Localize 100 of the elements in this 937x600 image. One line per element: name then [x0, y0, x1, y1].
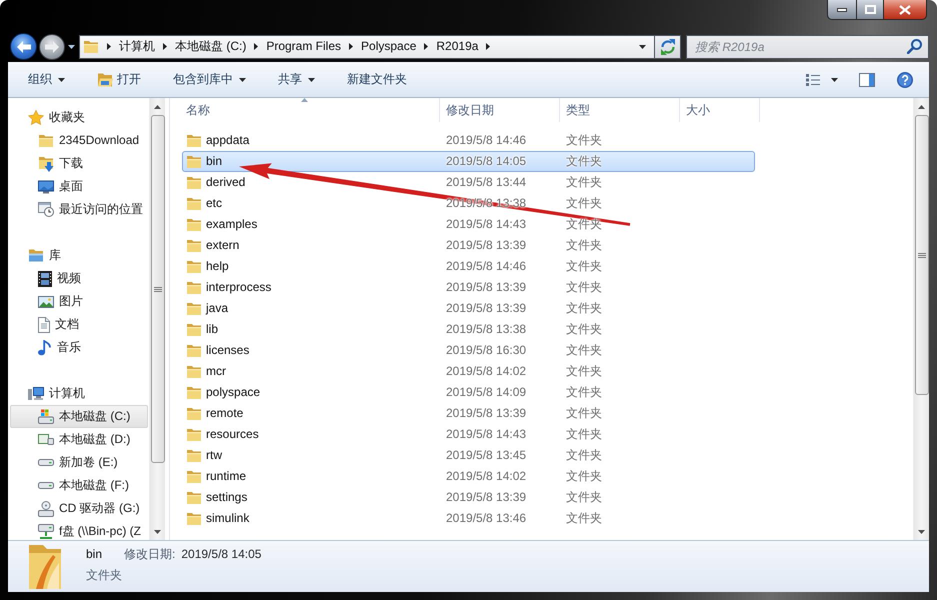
breadcrumb-link[interactable]: Program Files: [266, 39, 342, 54]
sidebar-item[interactable]: 最近访问的位置: [37, 198, 144, 221]
back-button[interactable]: [10, 33, 37, 60]
caret-icon: [308, 78, 315, 82]
minimize-button[interactable]: [827, 0, 856, 20]
caret-icon[interactable]: [68, 44, 74, 48]
file-row[interactable]: polyspace 2019/5/8 14:09 文件夹: [182, 382, 755, 403]
maximize-button[interactable]: [856, 0, 883, 20]
file-type: 文件夹: [566, 364, 602, 378]
sidebar-item[interactable]: 计算机: [27, 382, 86, 405]
drive-icon: [38, 482, 54, 489]
sidebar-item[interactable]: 新加卷 (E:): [37, 451, 119, 474]
folder-icon: [38, 132, 54, 148]
file-name: polyspace: [206, 385, 260, 400]
file-row[interactable]: simulink 2019/5/8 13:46 文件夹: [182, 508, 755, 529]
sidebar-item[interactable]: 本地磁盘 (D:): [37, 428, 132, 451]
file-row[interactable]: settings 2019/5/8 13:39 文件夹: [182, 487, 755, 508]
modified-date: 2019/5/8 13:44: [446, 175, 526, 190]
sidebar-item[interactable]: 音乐: [37, 336, 82, 359]
sidebar-item[interactable]: 收藏夹: [27, 106, 86, 129]
address-bar[interactable]: 计算机 本地磁盘 (C:) Program Files Polyspace R2019a: [79, 34, 655, 58]
caret-icon[interactable]: [639, 44, 646, 48]
file-row[interactable]: extern 2019/5/8 13:39 文件夹: [182, 235, 755, 256]
modified-date: 2019/5/8 14:05: [446, 154, 526, 168]
file-type: 文件夹: [566, 280, 602, 294]
file-row[interactable]: derived 2019/5/8 13:44 文件夹: [182, 172, 755, 193]
scrollbar[interactable]: [149, 98, 165, 540]
file-row[interactable]: examples 2019/5/8 14:43 文件夹: [182, 214, 755, 235]
sidebar-item[interactable]: 2345Download: [37, 129, 140, 152]
folder-icon: [186, 174, 202, 190]
sidebar-item[interactable]: 视频: [37, 267, 82, 290]
file-row[interactable]: lib 2019/5/8 13:38 文件夹: [182, 319, 755, 340]
sidebar-item[interactable]: 下载: [37, 152, 84, 175]
chevron-icon[interactable]: [424, 43, 428, 50]
folder-icon: [186, 342, 202, 358]
search-field[interactable]: 搜索 R2019a: [686, 34, 929, 58]
breadcrumb-link[interactable]: 计算机: [119, 39, 155, 54]
file-row[interactable]: java 2019/5/8 13:39 文件夹: [182, 298, 755, 319]
file-type: 文件夹: [566, 427, 602, 442]
sidebar-item[interactable]: f盘 (\\Bin-pc) (Z: [37, 520, 142, 540]
forward-button[interactable]: [39, 34, 65, 60]
caret-icon: [239, 78, 246, 82]
scroll-up-arrow-icon[interactable]: [918, 104, 925, 108]
sidebar-item[interactable]: 本地磁盘 (C:): [10, 405, 148, 428]
sidebar-item[interactable]: 图片: [37, 290, 84, 313]
file-name: derived: [206, 175, 246, 190]
file-name: settings: [206, 490, 248, 505]
file-row[interactable]: licenses 2019/5/8 16:30 文件夹: [182, 340, 755, 361]
folder-icon: [186, 154, 202, 170]
scroll-down-arrow-icon[interactable]: [154, 530, 161, 534]
sort-arrow-icon: [301, 98, 308, 102]
chevron-icon[interactable]: [254, 43, 258, 50]
file-name: java: [206, 301, 228, 316]
file-type: 文件夹: [566, 196, 602, 210]
chevron-icon[interactable]: [163, 43, 167, 50]
chevron-icon[interactable]: [349, 43, 354, 50]
maximize-icon: [864, 5, 876, 14]
breadcrumb-link[interactable]: R2019a: [436, 39, 478, 54]
scroll-up-arrow-icon[interactable]: [154, 104, 161, 108]
folder-icon: [186, 384, 202, 400]
search-icon[interactable]: [907, 38, 922, 54]
recent-places-icon: [38, 202, 54, 217]
chevron-icon[interactable]: [486, 43, 490, 50]
file-row[interactable]: runtime 2019/5/8 14:02 文件夹: [182, 466, 755, 487]
file-type: 文件夹: [566, 469, 602, 484]
toolbar-button[interactable]: 共享: [269, 66, 324, 92]
file-row[interactable]: rtw 2019/5/8 13:45 文件夹: [182, 445, 755, 466]
preview-pane-icon: [859, 72, 875, 86]
scroll-down-arrow-icon[interactable]: [918, 530, 925, 534]
breadcrumb-link[interactable]: 本地磁盘 (C:): [175, 39, 246, 54]
scroll-thumb[interactable]: [150, 115, 164, 463]
file-row[interactable]: bin 2019/5/8 14:05 文件夹: [182, 151, 755, 172]
file-row[interactable]: resources 2019/5/8 14:43 文件夹: [182, 424, 755, 445]
file-name: resources: [206, 427, 259, 442]
file-row[interactable]: mcr 2019/5/8 14:02 文件夹: [182, 361, 755, 382]
breadcrumb-link[interactable]: Polyspace: [361, 39, 416, 54]
file-name: remote: [206, 406, 244, 421]
toolbar-button[interactable]: 组织: [19, 66, 74, 92]
download-folder-icon: [38, 156, 54, 172]
file-type: 文件夹: [566, 322, 602, 336]
file-row[interactable]: appdata 2019/5/8 14:46 文件夹: [182, 130, 755, 151]
sidebar-item[interactable]: CD 驱动器 (G:): [37, 497, 141, 520]
sidebar-item[interactable]: 文档: [37, 313, 80, 336]
file-type: 文件夹: [566, 154, 602, 168]
toolbar-button[interactable]: 包含到库中: [164, 66, 255, 92]
folder-icon: [186, 132, 202, 148]
file-row[interactable]: remote 2019/5/8 13:39 文件夹: [182, 403, 755, 424]
sidebar-item[interactable]: 库: [27, 244, 62, 267]
scroll-thumb[interactable]: [914, 115, 928, 395]
sidebar-item[interactable]: 桌面: [37, 175, 84, 198]
toolbar-button[interactable]: 打开: [88, 66, 150, 92]
list-view-icon: [806, 74, 820, 86]
close-button[interactable]: [883, 0, 927, 20]
file-row[interactable]: help 2019/5/8 14:46 文件夹: [182, 256, 755, 277]
refresh-button[interactable]: [655, 34, 681, 58]
scrollbar[interactable]: [913, 98, 929, 540]
sidebar-item[interactable]: 本地磁盘 (F:): [37, 474, 130, 497]
file-row[interactable]: interprocess 2019/5/8 13:39 文件夹: [182, 277, 755, 298]
chevron-icon[interactable]: [107, 43, 111, 50]
toolbar-button[interactable]: 新建文件夹: [338, 66, 416, 92]
